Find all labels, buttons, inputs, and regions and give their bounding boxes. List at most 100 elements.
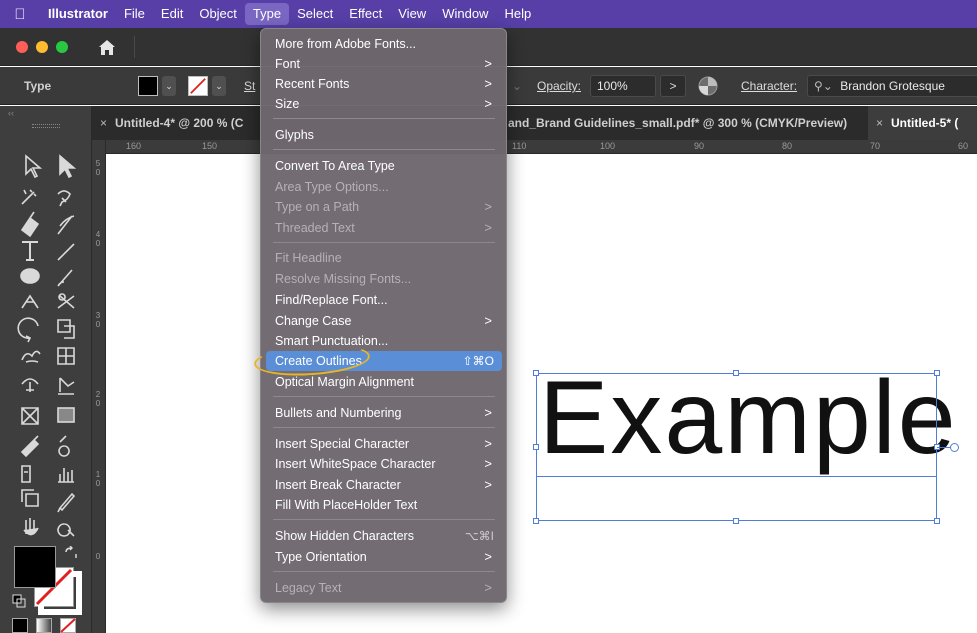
paintbrush-tool-icon[interactable] xyxy=(57,269,73,287)
resize-handle-top-right[interactable] xyxy=(934,370,940,376)
close-tab-icon[interactable]: × xyxy=(876,116,883,130)
shape-builder-tool-icon[interactable] xyxy=(21,378,39,392)
rotate-tool-icon[interactable] xyxy=(17,317,39,343)
blend-tool-icon[interactable] xyxy=(58,435,70,457)
artboard-tool-icon[interactable] xyxy=(21,489,39,507)
menu-item-change-case[interactable]: Change Case > xyxy=(266,311,502,331)
width-tool-icon[interactable] xyxy=(21,350,41,363)
column-graph-tool-icon[interactable] xyxy=(58,468,74,483)
menu-file[interactable]: File xyxy=(116,3,153,25)
line-segment-tool-icon[interactable] xyxy=(57,243,75,261)
tab-brand-guidelines[interactable]: and_Brand Guidelines_small.pdf* @ 300 % … xyxy=(500,106,855,140)
ellipse-tool-icon[interactable] xyxy=(20,268,40,284)
menu-item-threaded-text[interactable]: Threaded Text > xyxy=(266,218,502,238)
opacity-field[interactable]: 100% xyxy=(590,75,656,97)
menu-item-area-type-options[interactable]: Area Type Options... xyxy=(266,177,502,197)
minimize-window-button[interactable] xyxy=(36,41,48,53)
horizontal-ruler[interactable]: 160 150 110 100 90 80 70 60 xyxy=(106,140,977,154)
chevron-down-icon[interactable]: ⌄ xyxy=(512,79,522,93)
default-fill-stroke-icon[interactable] xyxy=(12,594,26,608)
fill-dropdown-chevron-icon[interactable]: ⌄ xyxy=(162,76,176,96)
stroke-none-swatch[interactable] xyxy=(188,76,208,96)
tab-untitled-5[interactable]: × Untitled-5* ( xyxy=(868,106,977,140)
selection-bounding-box[interactable] xyxy=(536,373,937,521)
direct-selection-tool-icon[interactable] xyxy=(59,154,77,179)
menu-item-resolve-missing-fonts[interactable]: Resolve Missing Fonts... xyxy=(266,269,502,289)
gradient-mode-button[interactable] xyxy=(36,618,52,633)
fill-color-swatch[interactable] xyxy=(138,76,158,96)
resize-handle-bottom-left[interactable] xyxy=(533,518,539,524)
menu-item-bullets-and-numbering[interactable]: Bullets and Numbering > xyxy=(266,403,502,423)
curvature-tool-icon[interactable] xyxy=(57,215,75,235)
pen-tool-icon[interactable] xyxy=(20,211,40,238)
magic-wand-tool-icon[interactable] xyxy=(21,189,37,205)
collapse-panel-icon[interactable]: ‹‹ xyxy=(8,108,14,118)
zoom-tool-icon[interactable] xyxy=(57,523,75,537)
menu-item-size[interactable]: Size > xyxy=(266,94,502,114)
menu-item-fit-headline[interactable]: Fit Headline xyxy=(266,248,502,268)
lasso-tool-icon[interactable] xyxy=(57,190,71,207)
resize-handle-top-left[interactable] xyxy=(533,370,539,376)
panel-grip[interactable] xyxy=(32,124,60,128)
close-tab-icon[interactable]: × xyxy=(100,116,107,130)
mesh-tool-icon[interactable] xyxy=(21,407,39,425)
menu-item-find-replace-font[interactable]: Find/Replace Font... xyxy=(266,290,502,310)
close-window-button[interactable] xyxy=(16,41,28,53)
menu-view[interactable]: View xyxy=(390,3,434,25)
menu-item-insert-whitespace-character[interactable]: Insert WhiteSpace Character > xyxy=(266,454,502,474)
menu-item-type-orientation[interactable]: Type Orientation > xyxy=(266,547,502,567)
character-label[interactable]: Character: xyxy=(741,79,797,93)
vertical-ruler[interactable]: 50 40 30 20 10 0 xyxy=(92,140,106,633)
opacity-label[interactable]: Opacity: xyxy=(537,79,581,93)
tab-untitled-4[interactable]: × Untitled-4* @ 200 % (C xyxy=(92,106,251,140)
menu-type[interactable]: Type xyxy=(244,3,290,25)
menu-window[interactable]: Window xyxy=(434,3,496,25)
menu-edit[interactable]: Edit xyxy=(153,3,191,25)
home-icon[interactable] xyxy=(96,36,118,58)
menu-effect[interactable]: Effect xyxy=(341,3,390,25)
menu-item-insert-break-character[interactable]: Insert Break Character > xyxy=(266,475,502,495)
scale-tool-icon[interactable] xyxy=(57,319,75,339)
free-transform-tool-icon[interactable] xyxy=(57,347,75,365)
menu-item-recent-fonts[interactable]: Recent Fonts > xyxy=(266,74,502,94)
menu-item-glyphs[interactable]: Glyphs xyxy=(266,125,502,145)
type-converter-widget[interactable] xyxy=(950,443,959,452)
recolor-artwork-icon[interactable] xyxy=(697,75,719,97)
menu-item-legacy-text[interactable]: Legacy Text > xyxy=(266,578,502,598)
selection-tool-icon[interactable] xyxy=(25,154,43,179)
resize-handle-left[interactable] xyxy=(533,444,539,450)
none-mode-button[interactable] xyxy=(60,618,76,633)
perspective-grid-tool-icon[interactable] xyxy=(58,377,75,395)
menu-object[interactable]: Object xyxy=(191,3,245,25)
symbol-sprayer-tool-icon[interactable] xyxy=(21,465,31,483)
gradient-tool-icon[interactable] xyxy=(57,407,75,423)
menu-select[interactable]: Select xyxy=(289,3,341,25)
menu-item-convert-to-area-type[interactable]: Convert To Area Type xyxy=(266,156,502,176)
swap-fill-stroke-icon[interactable] xyxy=(64,546,78,560)
menu-help[interactable]: Help xyxy=(496,3,539,25)
eyedropper-tool-icon[interactable] xyxy=(20,435,40,458)
resize-handle-bottom-right[interactable] xyxy=(934,518,940,524)
apple-menu-icon[interactable]:  xyxy=(0,6,40,23)
resize-handle-bottom[interactable] xyxy=(733,518,739,524)
hand-tool-icon[interactable] xyxy=(23,518,39,536)
font-family-field[interactable]: ⚲⌄ Brandon Grotesque xyxy=(807,75,977,97)
color-mode-button[interactable] xyxy=(12,618,28,633)
stroke-label[interactable]: St xyxy=(244,79,255,93)
zoom-window-button[interactable] xyxy=(56,41,68,53)
menu-item-show-hidden-characters[interactable]: Show Hidden Characters ⌥⌘I xyxy=(266,526,502,546)
resize-handle-top[interactable] xyxy=(733,370,739,376)
menu-app[interactable]: Illustrator xyxy=(40,3,116,25)
menu-item-font[interactable]: Font > xyxy=(266,54,502,74)
scissors-tool-icon[interactable] xyxy=(57,293,75,309)
shaper-tool-icon[interactable] xyxy=(21,294,39,309)
slice-tool-icon[interactable] xyxy=(57,492,76,513)
menu-item-more-from-adobe-fonts[interactable]: More from Adobe Fonts... xyxy=(266,34,502,54)
fill-color-box[interactable] xyxy=(14,546,56,588)
stroke-dropdown-chevron-icon[interactable]: ⌄ xyxy=(212,76,226,96)
menu-item-insert-special-character[interactable]: Insert Special Character > xyxy=(266,434,502,454)
type-tool-icon[interactable] xyxy=(22,241,38,261)
opacity-arrow-button[interactable]: > xyxy=(660,75,686,97)
menu-item-fill-with-placeholder-text[interactable]: Fill With PlaceHolder Text xyxy=(266,495,502,515)
menu-item-type-on-a-path[interactable]: Type on a Path > xyxy=(266,197,502,217)
